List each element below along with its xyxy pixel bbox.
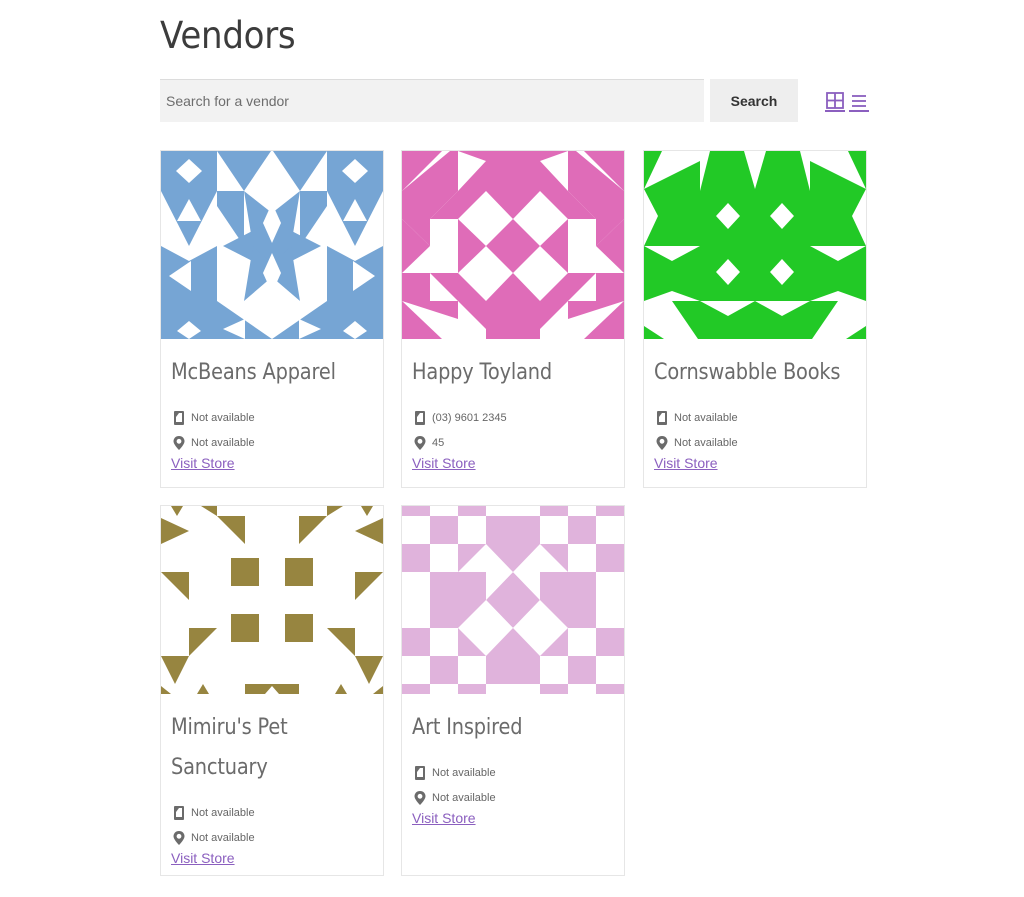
vendor-phone: Not available xyxy=(171,800,373,825)
vendor-name: Happy Toyland xyxy=(412,360,552,385)
vendor-address: Not available xyxy=(654,430,856,455)
visit-store-link[interactable]: Visit Store xyxy=(654,455,718,471)
vendor-search-input[interactable] xyxy=(160,79,704,122)
vendor-name: Mimiru's Pet xyxy=(171,715,288,740)
vendor-card: McBeans Apparel Not available Not availa… xyxy=(160,150,384,488)
list-icon xyxy=(852,95,866,107)
address-text: Not available xyxy=(674,436,738,449)
vendor-avatar[interactable] xyxy=(161,506,383,694)
vendor-avatar[interactable] xyxy=(161,151,383,339)
address-text: Not available xyxy=(432,791,496,804)
vendor-avatar[interactable] xyxy=(402,506,624,694)
vendor-card: Mimiru's Pet Sanctuary Not available Not… xyxy=(160,505,384,876)
visit-store-link[interactable]: Visit Store xyxy=(412,455,476,471)
phone-icon xyxy=(174,805,184,820)
map-pin-icon xyxy=(173,435,185,450)
visit-store-link[interactable]: Visit Store xyxy=(171,455,235,471)
phone-text: Not available xyxy=(432,766,496,779)
vendor-avatar[interactable] xyxy=(644,151,866,339)
vendor-phone: (03) 9601 2345 xyxy=(412,405,614,430)
phone-text: Not available xyxy=(674,411,738,424)
vendor-card: Cornswabble Books Not available Not avai… xyxy=(643,150,867,488)
phone-text: Not available xyxy=(191,806,255,819)
phone-text: Not available xyxy=(191,411,255,424)
phone-icon xyxy=(415,765,425,780)
map-pin-icon xyxy=(414,435,426,450)
vendor-name: Art Inspired xyxy=(412,715,523,740)
vendor-card: Art Inspired Not available Not available… xyxy=(401,505,625,876)
vendor-avatar[interactable] xyxy=(402,151,624,339)
vendor-card: Happy Toyland (03) 9601 2345 45 Visit St… xyxy=(401,150,625,488)
vendor-phone: Not available xyxy=(654,405,856,430)
phone-icon xyxy=(415,410,425,425)
visit-store-link[interactable]: Visit Store xyxy=(171,850,235,866)
vendor-name: McBeans Apparel xyxy=(171,360,336,385)
vendor-phone: Not available xyxy=(171,405,373,430)
list-view-button[interactable] xyxy=(849,92,869,112)
address-text: Not available xyxy=(191,831,255,844)
view-toggle xyxy=(825,92,869,112)
vendor-name-line-2: Sanctuary xyxy=(171,755,268,780)
map-pin-icon xyxy=(173,830,185,845)
visit-store-link[interactable]: Visit Store xyxy=(412,810,476,826)
phone-icon xyxy=(174,410,184,425)
map-pin-icon xyxy=(414,790,426,805)
address-text: 45 xyxy=(432,436,445,449)
search-button[interactable]: Search xyxy=(710,79,798,122)
vendor-address: Not available xyxy=(171,825,373,850)
vendor-search-form: Search xyxy=(160,79,869,122)
address-text: Not available xyxy=(191,436,255,449)
phone-text: (03) 9601 2345 xyxy=(432,411,507,424)
map-pin-icon xyxy=(656,435,668,450)
vendor-address: 45 xyxy=(412,430,614,455)
page-title: Vendors xyxy=(160,14,296,57)
vendor-address: Not available xyxy=(171,430,373,455)
vendor-name: Cornswabble Books xyxy=(654,360,841,385)
grid-view-button[interactable] xyxy=(825,92,845,112)
phone-icon xyxy=(657,410,667,425)
vendor-address: Not available xyxy=(412,785,614,810)
vendor-phone: Not available xyxy=(412,760,614,785)
grid-icon xyxy=(826,92,844,109)
